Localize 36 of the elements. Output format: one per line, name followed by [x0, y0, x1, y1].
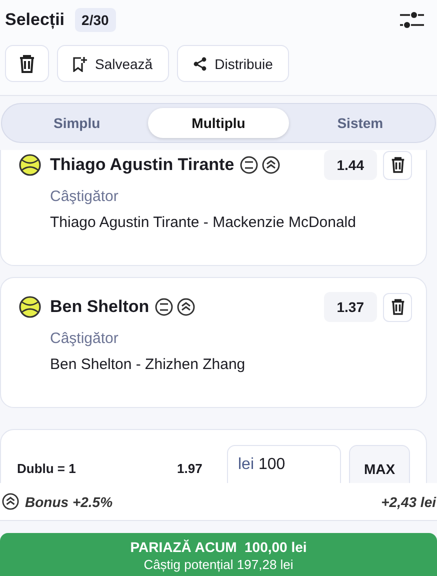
settings-icon[interactable] — [400, 10, 424, 30]
player-name: Thiago Agustin Tirante — [50, 155, 234, 175]
save-button[interactable]: Salvează — [57, 45, 169, 82]
share-button[interactable]: Distribuie — [176, 45, 289, 82]
tab[interactable]: Simplu — [6, 108, 148, 138]
market-label: Câştigător — [50, 330, 120, 347]
delete-button[interactable] — [383, 292, 412, 322]
delete-button[interactable] — [383, 150, 412, 180]
match-name: Thiago Agustin Tirante - Mackenzie McDonald — [50, 214, 357, 231]
odds-value: 1.37 — [324, 292, 377, 322]
max-button[interactable]: MAX — [349, 445, 410, 483]
trash-icon — [390, 157, 404, 173]
boost-icon — [262, 156, 280, 174]
total-odds: 1.97 — [177, 461, 204, 476]
tab[interactable]: Sistem — [289, 108, 432, 138]
tennis-ball-icon — [19, 154, 41, 176]
player-name: Ben Shelton — [50, 297, 150, 317]
score-badge-icon — [155, 298, 174, 316]
delete-button[interactable] — [5, 45, 49, 82]
panel-title: Selecții — [5, 10, 65, 30]
bet-type-label: Dublu = 1 — [17, 461, 77, 476]
trash-icon — [390, 299, 404, 315]
bookmark-icon — [73, 56, 87, 72]
bonus-label: Bonus +2.5% — [25, 494, 113, 510]
market-label: Câştigător — [50, 188, 120, 205]
selection-count: 2/30 — [74, 8, 116, 32]
boost-icon — [2, 493, 19, 510]
boost-icon — [177, 298, 196, 316]
trash-icon — [19, 54, 35, 72]
bonus-amount: +2,43 lei — [381, 494, 436, 510]
tab[interactable]: Multiplu — [148, 108, 290, 138]
match-name: Ben Shelton - Zhizhen Zhang — [50, 356, 246, 373]
tennis-ball-icon — [19, 296, 41, 318]
share-icon — [192, 56, 207, 70]
odds-value: 1.44 — [324, 150, 377, 180]
score-badge-icon — [240, 156, 258, 174]
